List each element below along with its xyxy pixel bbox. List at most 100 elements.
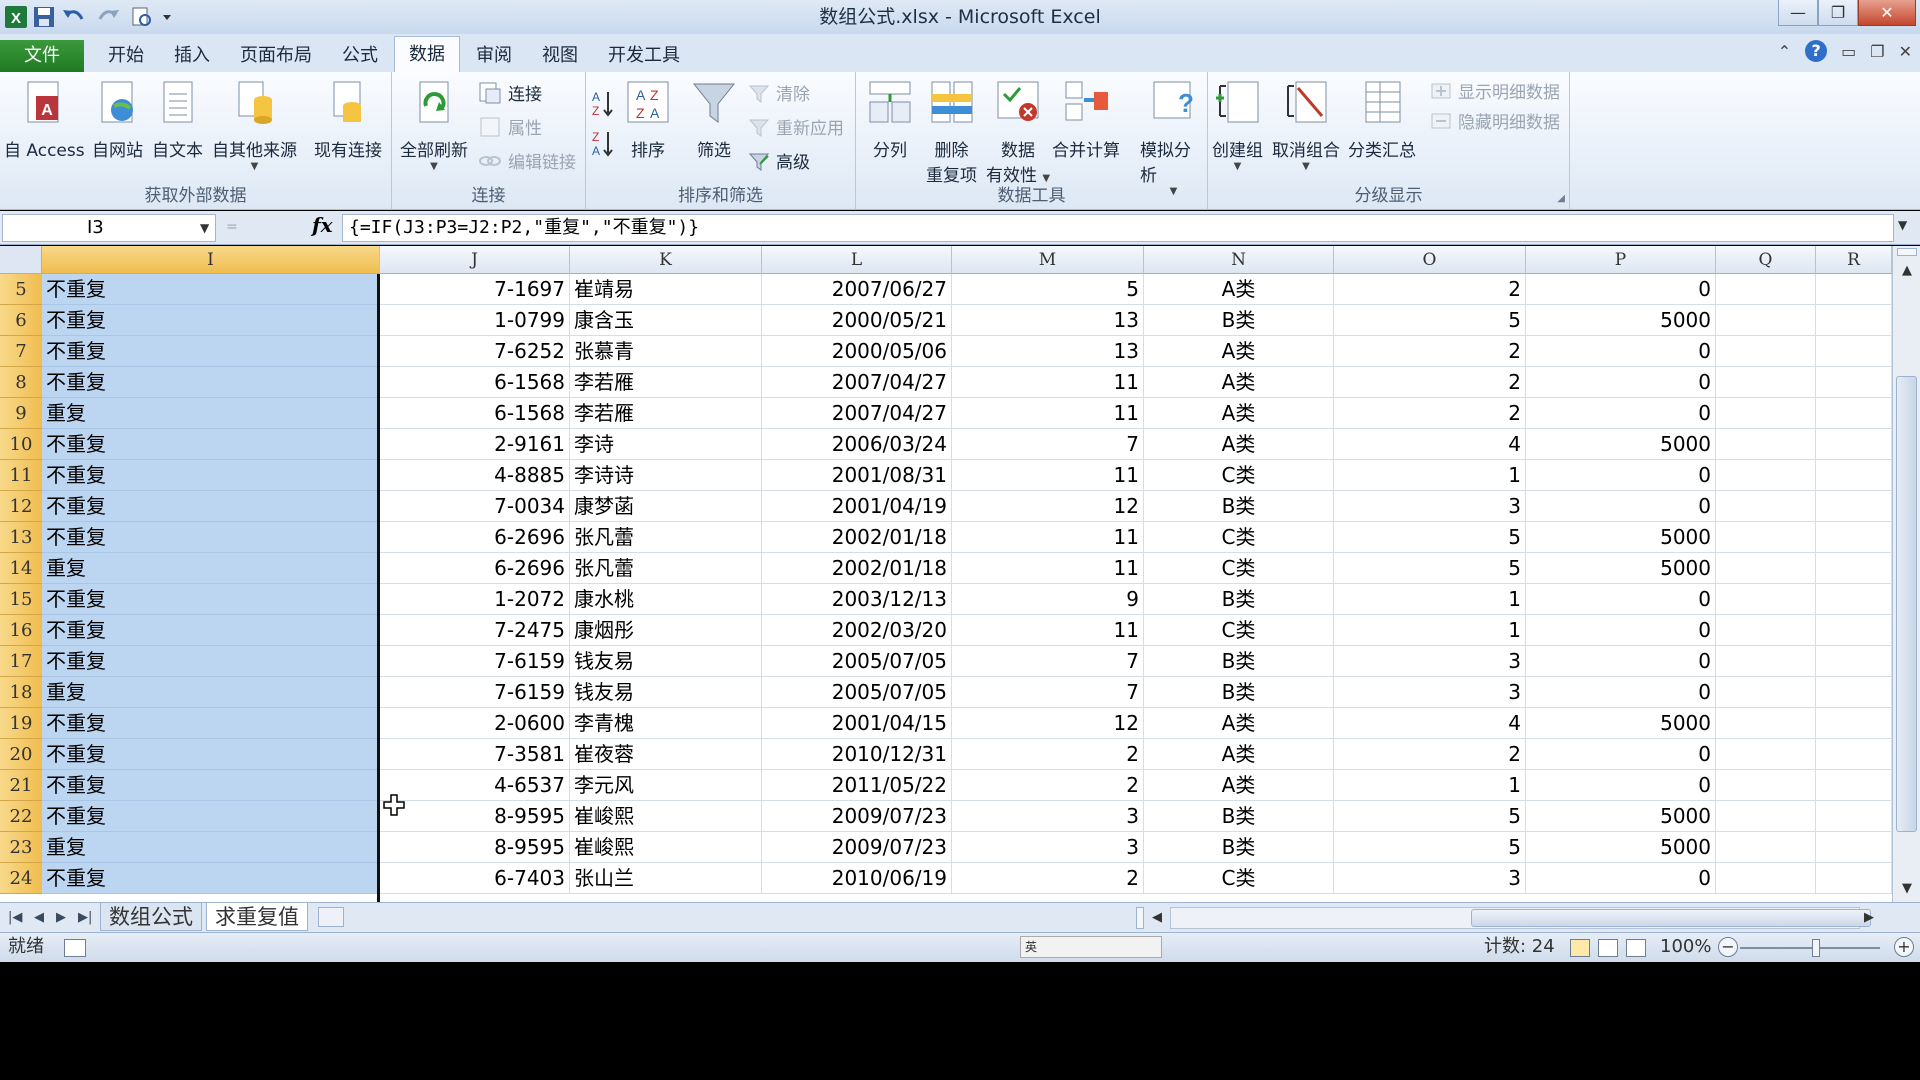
existing-connections-button[interactable]: 现有连接 [314, 76, 382, 161]
cell-M[interactable]: 2 [952, 863, 1144, 894]
cell-R[interactable] [1816, 553, 1892, 584]
cell-I[interactable]: 重复 [42, 398, 380, 429]
cell-P[interactable]: 0 [1526, 584, 1716, 615]
cell-Q[interactable] [1716, 336, 1816, 367]
clear-filter-button[interactable]: 清除 [748, 80, 810, 105]
cell-M[interactable]: 11 [952, 398, 1144, 429]
cell-O[interactable]: 5 [1334, 553, 1526, 584]
cell-I[interactable]: 不重复 [42, 646, 380, 677]
scroll-up-icon[interactable]: ▲ [1893, 260, 1920, 282]
cell-P[interactable]: 5000 [1526, 708, 1716, 739]
row-header[interactable]: 5 [0, 274, 42, 305]
cell-P[interactable]: 5000 [1526, 429, 1716, 460]
column-header-L[interactable]: L [762, 246, 952, 274]
cell-P[interactable]: 0 [1526, 677, 1716, 708]
tab-formulas[interactable]: 公式 [328, 40, 392, 72]
cell-R[interactable] [1816, 429, 1892, 460]
cell-K[interactable]: 李若雁 [570, 367, 762, 398]
cell-P[interactable]: 5000 [1526, 305, 1716, 336]
cell-N[interactable]: B类 [1144, 584, 1334, 615]
cell-Q[interactable] [1716, 584, 1816, 615]
cell-N[interactable]: C类 [1144, 553, 1334, 584]
cell-J[interactable]: 7-6159 [380, 646, 570, 677]
cell-O[interactable]: 5 [1334, 801, 1526, 832]
cell-O[interactable]: 5 [1334, 305, 1526, 336]
cell-Q[interactable] [1716, 274, 1816, 305]
normal-view-icon[interactable] [1570, 939, 1590, 957]
sheet-tab-array-formula[interactable]: 数组公式 [100, 903, 202, 931]
cell-N[interactable]: A类 [1144, 336, 1334, 367]
cell-M[interactable]: 3 [952, 801, 1144, 832]
first-sheet-icon[interactable]: |◀ [8, 903, 22, 933]
cell-K[interactable]: 崔峻熙 [570, 832, 762, 863]
cell-L[interactable]: 2006/03/24 [762, 429, 952, 460]
save-icon[interactable] [32, 4, 56, 30]
cell-O[interactable]: 3 [1334, 491, 1526, 522]
cell-R[interactable] [1816, 584, 1892, 615]
cell-N[interactable]: C类 [1144, 863, 1334, 894]
cell-K[interactable]: 崔峻熙 [570, 801, 762, 832]
cell-M[interactable]: 13 [952, 305, 1144, 336]
column-header-Q[interactable]: Q [1716, 246, 1816, 274]
cell-N[interactable]: A类 [1144, 274, 1334, 305]
excel-logo-icon[interactable]: X [4, 4, 28, 30]
worksheet-grid[interactable]: I J K L M N O P Q R 5 不重复 7-1697 崔靖易 2007/06… [0, 246, 1892, 902]
cell-J[interactable]: 7-6159 [380, 677, 570, 708]
tab-insert[interactable]: 插入 [160, 40, 224, 72]
doc-minimize-icon[interactable]: ▭ [1841, 42, 1856, 61]
refresh-all-button[interactable]: 全部刷新 ▼ [400, 76, 468, 172]
cell-Q[interactable] [1716, 677, 1816, 708]
sort-ascending-button[interactable]: AZ [590, 88, 616, 118]
cell-I[interactable]: 不重复 [42, 367, 380, 398]
horizontal-scroll-thumb[interactable] [1471, 909, 1871, 927]
cell-I[interactable]: 重复 [42, 832, 380, 863]
cell-R[interactable] [1816, 677, 1892, 708]
cell-Q[interactable] [1716, 801, 1816, 832]
column-header-I[interactable]: I [42, 246, 380, 274]
sheet-tab-find-duplicates[interactable]: 求重复值 [206, 903, 308, 931]
zoom-in-icon[interactable]: + [1894, 937, 1914, 957]
advanced-filter-button[interactable]: 高级 [748, 148, 810, 173]
cell-L[interactable]: 2009/07/23 [762, 832, 952, 863]
cell-R[interactable] [1816, 770, 1892, 801]
prev-sheet-icon[interactable]: ◀ [34, 903, 44, 933]
data-validation-button[interactable]: 数据 有效性 ▼ [986, 76, 1050, 186]
cell-M[interactable]: 9 [952, 584, 1144, 615]
cell-J[interactable]: 7-0034 [380, 491, 570, 522]
formula-input[interactable]: {=IF(J3:P3=J2:P2,"重复","不重复")} [342, 214, 1894, 242]
name-box[interactable]: I3 [2, 214, 216, 242]
tab-view[interactable]: 视图 [528, 40, 592, 72]
cell-K[interactable]: 崔夜蓉 [570, 739, 762, 770]
cell-Q[interactable] [1716, 739, 1816, 770]
cell-N[interactable]: A类 [1144, 429, 1334, 460]
row-header[interactable]: 8 [0, 367, 42, 398]
cell-I[interactable]: 不重复 [42, 801, 380, 832]
vertical-scrollbar[interactable]: ▲ ▼ [1892, 246, 1920, 902]
cell-O[interactable]: 3 [1334, 677, 1526, 708]
ungroup-button[interactable]: 取消组合 ▼ [1272, 76, 1340, 172]
row-header[interactable]: 6 [0, 305, 42, 336]
cell-R[interactable] [1816, 863, 1892, 894]
cell-L[interactable]: 2003/12/13 [762, 584, 952, 615]
reapply-button[interactable]: 重新应用 [748, 114, 844, 139]
cell-M[interactable]: 7 [952, 646, 1144, 677]
cell-R[interactable] [1816, 708, 1892, 739]
cell-I[interactable]: 不重复 [42, 584, 380, 615]
cell-K[interactable]: 张慕青 [570, 336, 762, 367]
sort-descending-button[interactable]: ZA [590, 128, 616, 158]
cell-O[interactable]: 3 [1334, 863, 1526, 894]
cell-L[interactable]: 2007/06/27 [762, 274, 952, 305]
row-header[interactable]: 22 [0, 801, 42, 832]
zoom-slider[interactable] [1740, 947, 1880, 949]
cell-P[interactable]: 0 [1526, 646, 1716, 677]
connections-button[interactable]: 连接 [478, 80, 542, 105]
cell-O[interactable]: 3 [1334, 646, 1526, 677]
column-header-N[interactable]: N [1144, 246, 1334, 274]
sort-button[interactable]: AZZA 排序 [624, 76, 672, 161]
row-header[interactable]: 7 [0, 336, 42, 367]
cell-P[interactable]: 0 [1526, 491, 1716, 522]
cell-Q[interactable] [1716, 708, 1816, 739]
cell-O[interactable]: 1 [1334, 460, 1526, 491]
cell-Q[interactable] [1716, 553, 1816, 584]
cell-M[interactable]: 11 [952, 553, 1144, 584]
